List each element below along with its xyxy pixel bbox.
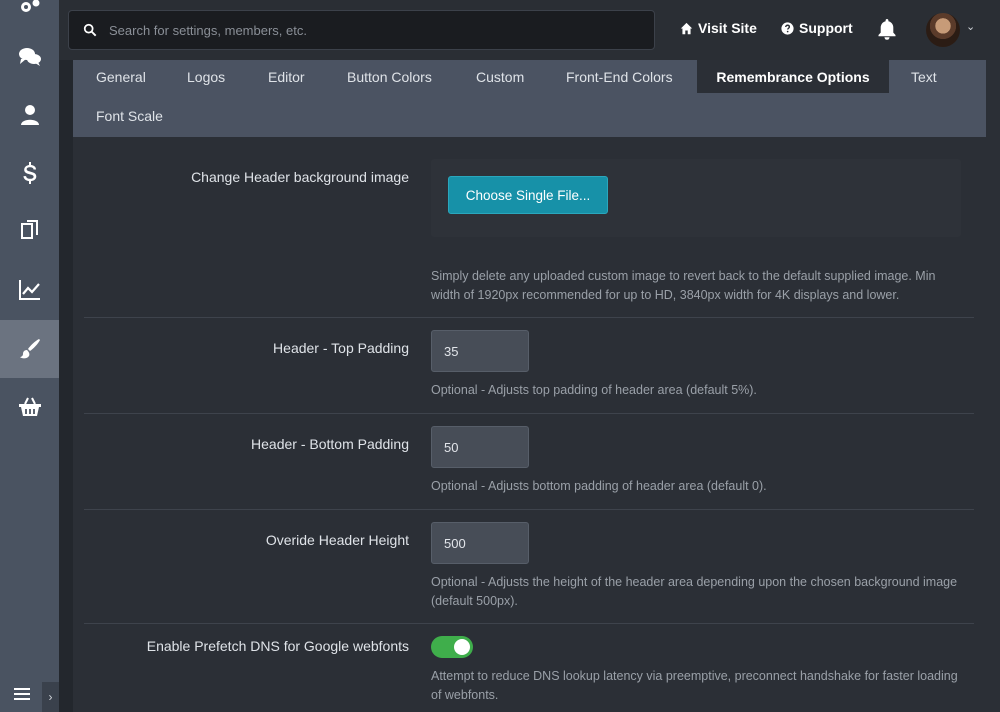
tab-font-scale[interactable]: Font Scale — [96, 99, 163, 132]
tab-custom[interactable]: Custom — [476, 60, 524, 93]
divider — [84, 623, 974, 624]
header-image-label: Change Header background image — [191, 169, 409, 185]
sidebar-item-members[interactable] — [0, 86, 59, 144]
notifications-button[interactable] — [877, 18, 897, 40]
settings-tabs: General Logos Editor Button Colors Custo… — [73, 60, 986, 137]
sidebar-item-stats[interactable] — [0, 260, 59, 318]
question-circle-icon — [781, 21, 794, 35]
top-padding-input[interactable] — [431, 330, 529, 372]
tab-text[interactable]: Text — [911, 60, 937, 93]
divider — [84, 317, 974, 318]
bell-icon — [878, 19, 896, 40]
bottom-padding-label: Header - Bottom Padding — [251, 436, 409, 452]
tab-logos[interactable]: Logos — [187, 60, 225, 93]
dollar-icon — [23, 162, 36, 184]
user-icon — [20, 105, 39, 125]
tab-button-colors[interactable]: Button Colors — [347, 60, 432, 93]
chart-line-icon — [18, 280, 40, 300]
top-bar: Visit Site Support ⌄ — [59, 0, 1000, 60]
bottom-padding-input[interactable] — [431, 426, 529, 468]
support-link[interactable]: Support — [781, 20, 853, 36]
sidebar: › — [0, 0, 59, 712]
divider — [84, 509, 974, 510]
search-icon — [83, 23, 97, 37]
chevron-down-icon[interactable]: ⌄ — [966, 20, 975, 33]
basket-icon — [18, 397, 41, 416]
visit-site-link[interactable]: Visit Site — [680, 20, 757, 36]
sidebar-item-customize[interactable] — [0, 320, 59, 378]
search-box — [68, 10, 655, 50]
toggle-knob — [454, 639, 470, 655]
sidebar-footer: › — [0, 682, 59, 712]
header-height-label: Overide Header Height — [265, 532, 409, 548]
bottom-padding-help: Optional - Adjusts bottom padding of hea… — [431, 479, 767, 493]
header-image-help: Simply delete any uploaded custom image … — [431, 269, 936, 302]
sidebar-item-store[interactable] — [0, 378, 59, 436]
prefetch-dns-help: Attempt to reduce DNS lookup latency via… — [431, 669, 958, 702]
tab-editor[interactable]: Editor — [268, 60, 305, 93]
copy-icon — [20, 220, 38, 239]
prefetch-dns-toggle[interactable] — [431, 636, 473, 658]
home-icon — [680, 22, 693, 34]
sidebar-item-comments[interactable] — [0, 28, 59, 86]
gears-icon — [20, 0, 39, 12]
sidebar-item-commerce[interactable] — [0, 144, 59, 202]
settings-form: Change Header background image Choose Si… — [73, 137, 986, 712]
visit-site-label: Visit Site — [698, 20, 757, 36]
header-height-help: Optional - Adjusts the height of the hea… — [431, 575, 958, 608]
support-label: Support — [799, 20, 853, 36]
tab-general[interactable]: General — [96, 60, 146, 93]
sidebar-item-pages[interactable] — [0, 202, 59, 260]
divider — [84, 413, 974, 414]
tab-remembrance-options[interactable]: Remembrance Options — [697, 60, 889, 93]
header-height-input[interactable] — [431, 522, 529, 564]
content-gutter — [59, 0, 73, 712]
top-padding-label: Header - Top Padding — [273, 340, 409, 356]
user-avatar[interactable] — [926, 13, 960, 47]
prefetch-dns-label: Enable Prefetch DNS for Google webfonts — [146, 638, 409, 654]
paintbrush-icon — [19, 339, 40, 359]
tab-front-end-colors[interactable]: Front-End Colors — [566, 60, 673, 93]
chat-icon — [18, 48, 41, 66]
choose-file-button[interactable]: Choose Single File... — [448, 176, 608, 214]
expand-sidebar-button[interactable]: › — [42, 682, 59, 712]
search-input[interactable] — [109, 22, 654, 38]
top-padding-help: Optional - Adjusts top padding of header… — [431, 383, 757, 397]
menu-icon[interactable] — [14, 688, 30, 706]
